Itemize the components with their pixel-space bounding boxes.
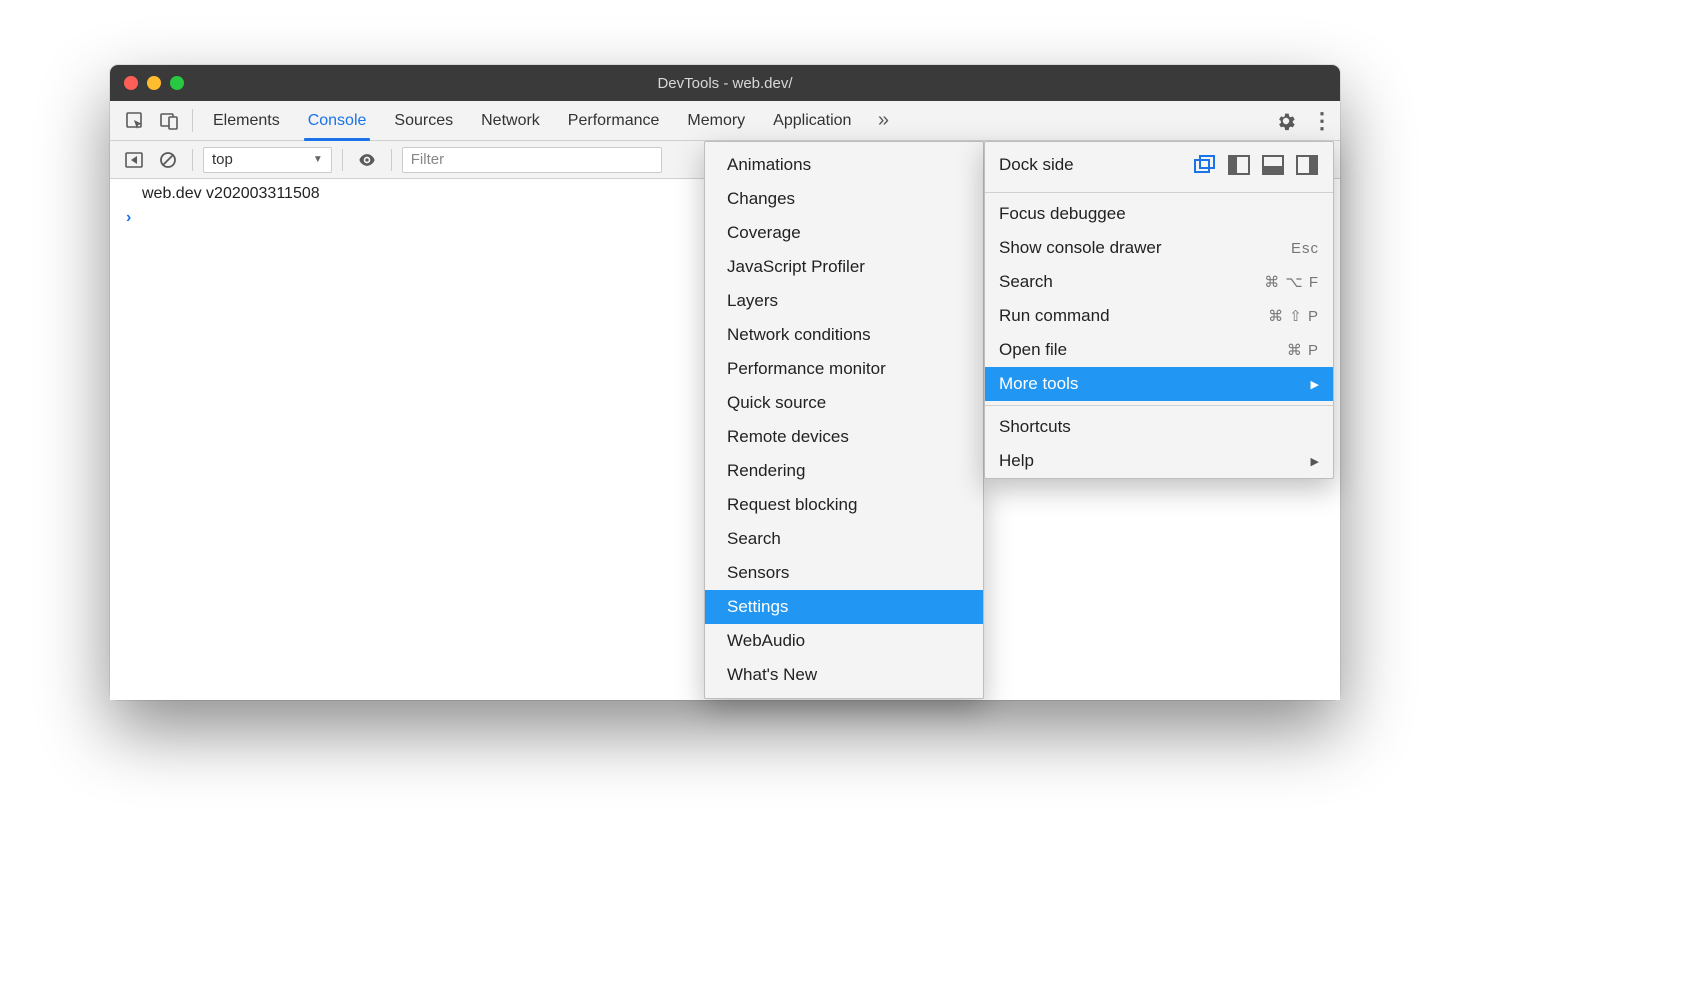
dock-right-icon[interactable] [1295,154,1319,176]
chevron-down-icon: ▼ [313,154,323,165]
live-expression-icon[interactable] [353,146,381,174]
settings-gear-icon[interactable] [1268,101,1304,140]
tab-label: Console [308,112,367,130]
submenu-label: Remote devices [727,427,849,447]
menu-item-focus-debuggee[interactable]: Focus debuggee [985,197,1333,231]
minimize-window-button[interactable] [147,76,161,90]
tab-console[interactable]: Console [294,101,381,140]
panel-tabbar: Elements Console Sources Network Perform… [110,101,1340,141]
submenu-label: Changes [727,189,795,209]
submenu-item-changes[interactable]: Changes [705,182,983,216]
tab-elements[interactable]: Elements [199,101,294,140]
submenu-label: Layers [727,291,778,311]
submenu-item-search[interactable]: Search [705,522,983,556]
menu-shortcut: Esc [1291,240,1319,257]
inspect-element-icon[interactable] [118,101,152,140]
dock-side-label: Dock side [999,155,1074,175]
menu-item-search[interactable]: Search ⌘ ⌥ F [985,265,1333,299]
submenu-label: What's New [727,665,817,685]
submenu-label: WebAudio [727,631,805,651]
close-window-button[interactable] [124,76,138,90]
menu-label: Open file [999,340,1067,360]
submenu-item-whats-new[interactable]: What's New [705,658,983,692]
main-menu: Dock side Focus debuggee S [984,141,1334,479]
device-toolbar-icon[interactable] [152,101,186,140]
filter-placeholder: Filter [411,151,444,168]
more-tools-submenu: Animations Changes Coverage JavaScript P… [704,141,984,699]
tab-memory[interactable]: Memory [673,101,759,140]
titlebar: DevTools - web.dev/ [110,65,1340,101]
submenu-label: Request blocking [727,495,857,515]
submenu-label: Search [727,529,781,549]
tab-label: Elements [213,112,280,130]
console-sidebar-toggle-icon[interactable] [120,146,148,174]
submenu-item-coverage[interactable]: Coverage [705,216,983,250]
zoom-window-button[interactable] [170,76,184,90]
menu-label: Help [999,451,1034,471]
menu-label: Focus debuggee [999,204,1126,224]
context-label: top [212,151,233,168]
submenu-label: JavaScript Profiler [727,257,865,277]
menu-label: Search [999,272,1053,292]
tab-label: Sources [394,112,453,130]
submenu-label: Performance monitor [727,359,886,379]
menu-label: Show console drawer [999,238,1162,258]
menu-label: Run command [999,306,1110,326]
menu-item-run-command[interactable]: Run command ⌘ ⇧ P [985,299,1333,333]
submenu-label: Animations [727,155,811,175]
filter-input[interactable]: Filter [402,147,662,173]
submenu-item-rendering[interactable]: Rendering [705,454,983,488]
menu-item-more-tools[interactable]: More tools [985,367,1333,401]
dock-left-icon[interactable] [1227,154,1251,176]
submenu-label: Coverage [727,223,801,243]
submenu-item-layers[interactable]: Layers [705,284,983,318]
tab-application[interactable]: Application [759,101,865,140]
submenu-item-animations[interactable]: Animations [705,148,983,182]
submenu-item-remote-devices[interactable]: Remote devices [705,420,983,454]
tab-label: Network [481,112,540,130]
tab-label: Memory [687,112,745,130]
submenu-item-performance-monitor[interactable]: Performance monitor [705,352,983,386]
submenu-item-sensors[interactable]: Sensors [705,556,983,590]
menu-shortcut: ⌘ ⇧ P [1268,307,1319,325]
dock-bottom-icon[interactable] [1261,154,1285,176]
submenu-label: Sensors [727,563,789,583]
tab-performance[interactable]: Performance [554,101,674,140]
dock-side-row: Dock side [985,142,1333,188]
clear-console-icon[interactable] [154,146,182,174]
submenu-item-quick-source[interactable]: Quick source [705,386,983,420]
menu-item-show-console-drawer[interactable]: Show console drawer Esc [985,231,1333,265]
submenu-item-settings[interactable]: Settings [705,590,983,624]
submenu-item-network-conditions[interactable]: Network conditions [705,318,983,352]
menu-item-help[interactable]: Help [985,444,1333,478]
submenu-label: Settings [727,597,788,617]
menu-shortcut: ⌘ ⌥ F [1264,273,1319,291]
tab-sources[interactable]: Sources [380,101,467,140]
submenu-label: Network conditions [727,325,871,345]
menu-item-shortcuts[interactable]: Shortcuts [985,410,1333,444]
submenu-item-webaudio[interactable]: WebAudio [705,624,983,658]
submenu-item-request-blocking[interactable]: Request blocking [705,488,983,522]
more-tabs-icon[interactable]: » [865,101,901,140]
tab-label: Performance [568,112,660,130]
context-selector[interactable]: top ▼ [203,147,332,173]
dock-undock-icon[interactable] [1193,154,1217,176]
window-controls [124,76,184,90]
menu-label: More tools [999,374,1078,394]
divider [192,109,193,132]
devtools-window: DevTools - web.dev/ Elements Console Sou… [110,65,1340,700]
menu-shortcut: ⌘ P [1287,341,1319,359]
tab-label: Application [773,112,851,130]
submenu-item-javascript-profiler[interactable]: JavaScript Profiler [705,250,983,284]
submenu-label: Quick source [727,393,826,413]
menu-label: Shortcuts [999,417,1071,437]
tab-network[interactable]: Network [467,101,554,140]
submenu-label: Rendering [727,461,805,481]
menu-item-open-file[interactable]: Open file ⌘ P [985,333,1333,367]
kebab-menu-icon[interactable]: ⋮ [1304,101,1340,140]
window-title: DevTools - web.dev/ [110,75,1340,92]
